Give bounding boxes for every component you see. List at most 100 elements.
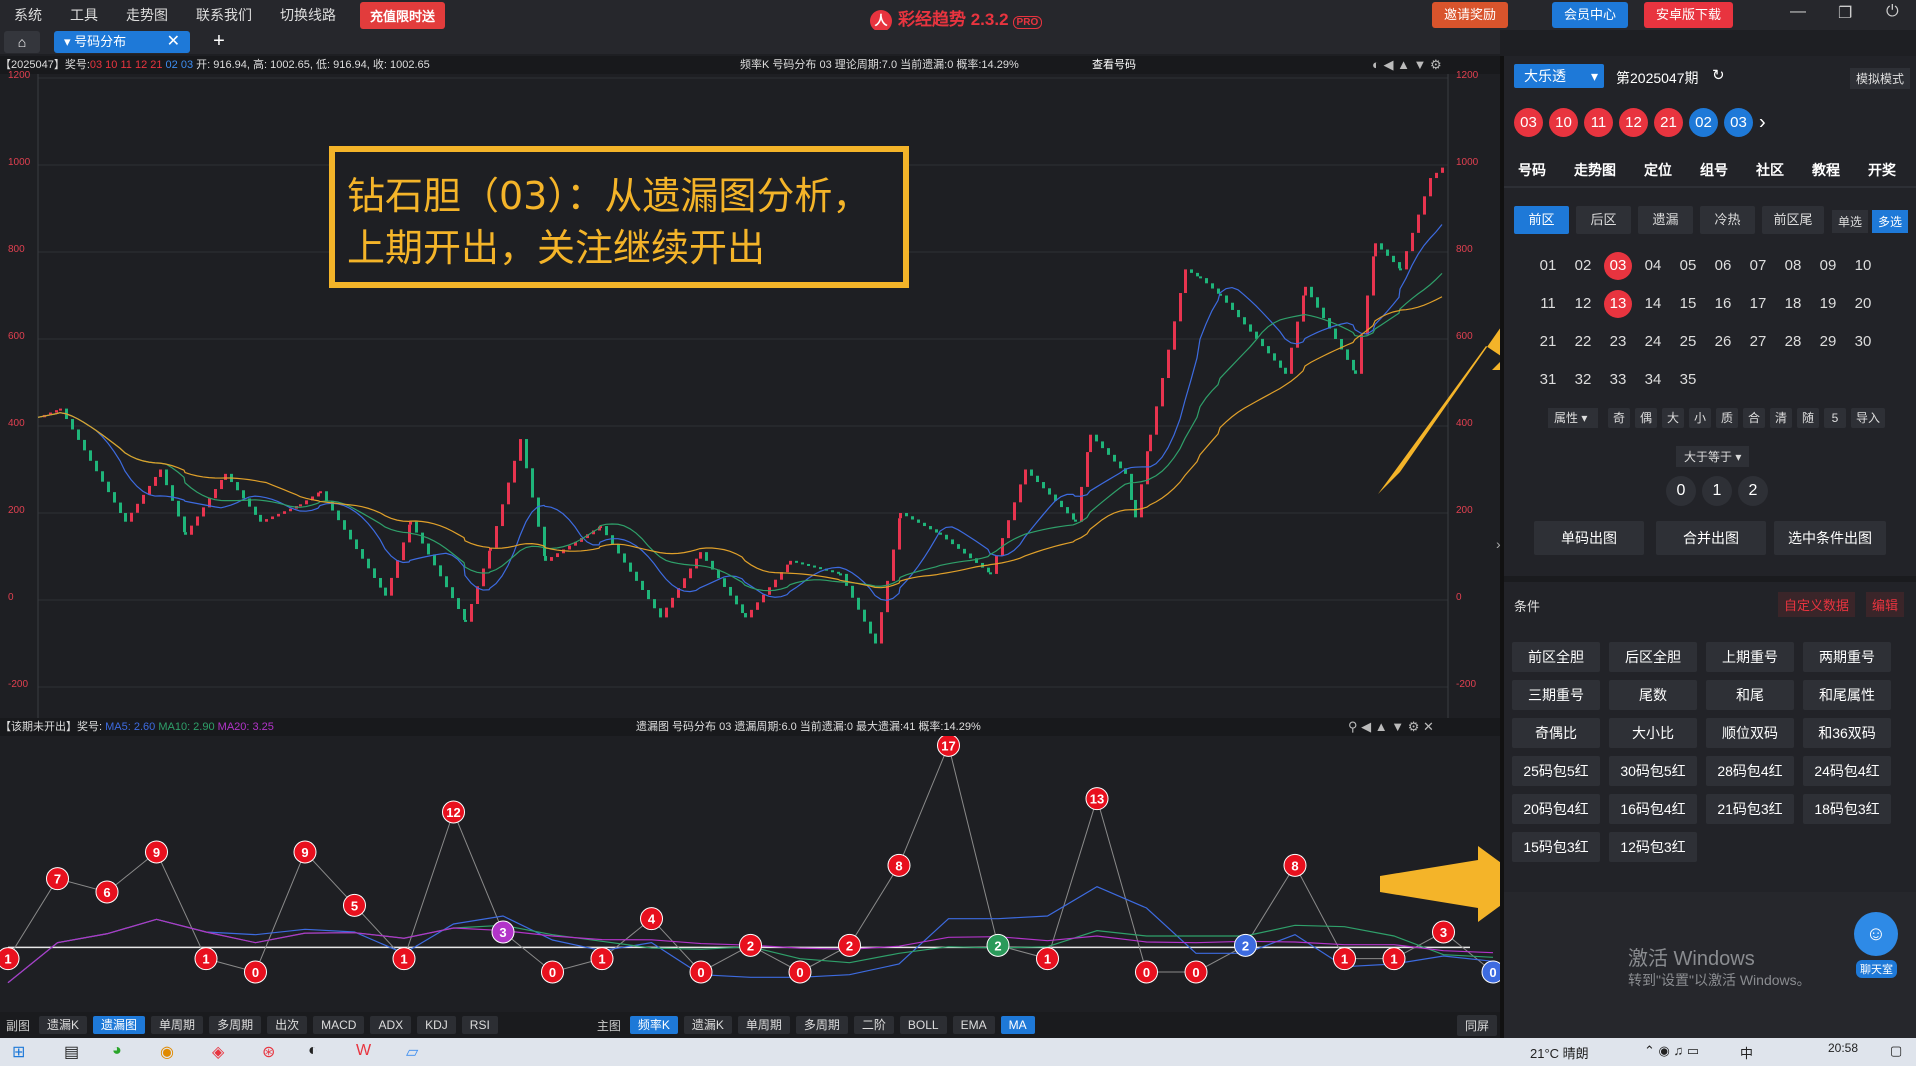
condition-4[interactable]: 三期重号 [1512, 680, 1600, 710]
number-35[interactable]: 35 [1674, 366, 1702, 394]
number-05[interactable]: 05 [1674, 252, 1702, 280]
attribute-5[interactable]: 合 [1743, 408, 1765, 428]
condition-10[interactable]: 顺位双码 [1706, 718, 1794, 748]
subchart-7-button[interactable]: KDJ [417, 1016, 456, 1034]
condition-5[interactable]: 尾数 [1609, 680, 1697, 710]
power-icon[interactable]: ⏻ [1886, 3, 1899, 21]
close-tab-icon[interactable]: ✕ [167, 31, 180, 53]
same-screen-button[interactable]: 同屏 [1456, 1014, 1497, 1036]
multi-select-button[interactable]: 多选 [1872, 210, 1909, 233]
subtab-omission[interactable]: 遗漏 [1638, 206, 1693, 234]
attribute-7[interactable]: 随 [1797, 408, 1819, 428]
subtab-back[interactable]: 后区 [1576, 206, 1631, 234]
subchart-1-button[interactable]: 遗漏图 [93, 1016, 146, 1034]
notepad-icon[interactable]: ▱ [406, 1042, 418, 1062]
number-06[interactable]: 06 [1709, 252, 1737, 280]
condition-18[interactable]: 21码包3红 [1706, 794, 1794, 824]
subchart-0-button[interactable]: 遗漏K [39, 1016, 88, 1034]
condition-6[interactable]: 和尾 [1706, 680, 1794, 710]
subchart-5-button[interactable]: MACD [313, 1016, 365, 1034]
chat-icon[interactable]: ☺ [1854, 912, 1898, 956]
condition-7[interactable]: 和尾属性 [1803, 680, 1891, 710]
number-20[interactable]: 20 [1849, 290, 1877, 318]
number-03[interactable]: 03 [1604, 252, 1632, 280]
subchart-6-button[interactable]: ADX [370, 1016, 412, 1034]
nav-community[interactable]: 社区 [1756, 160, 1784, 180]
subchart-2-button[interactable]: 单周期 [151, 1016, 204, 1034]
nav-trend[interactable]: 走势图 [1574, 160, 1616, 180]
number-31[interactable]: 31 [1534, 366, 1562, 394]
count-0[interactable]: 0 [1666, 476, 1696, 506]
condition-11[interactable]: 和36双码 [1803, 718, 1891, 748]
number-34[interactable]: 34 [1639, 366, 1667, 394]
count-1[interactable]: 1 [1702, 476, 1732, 506]
number-32[interactable]: 32 [1569, 366, 1597, 394]
menu-contact[interactable]: 联系我们 [182, 0, 266, 30]
subtab-hotcold[interactable]: 冷热 [1700, 206, 1755, 234]
number-29[interactable]: 29 [1814, 328, 1842, 356]
number-02[interactable]: 02 [1569, 252, 1597, 280]
condition-8[interactable]: 奇偶比 [1512, 718, 1600, 748]
condition-21[interactable]: 12码包3红 [1609, 832, 1697, 862]
subtab-front-tail[interactable]: 前区尾 [1762, 206, 1824, 234]
condition-19[interactable]: 18码包3红 [1803, 794, 1891, 824]
ge-select[interactable]: 大于等于 ▾ [1676, 446, 1750, 467]
mainchart-3-button[interactable]: 多周期 [795, 1016, 848, 1034]
browser-icon[interactable]: ◉ [160, 1042, 174, 1062]
attribute-0[interactable]: 奇 [1608, 408, 1630, 428]
number-30[interactable]: 30 [1849, 328, 1877, 356]
number-27[interactable]: 27 [1744, 328, 1772, 356]
count-2[interactable]: 2 [1738, 476, 1768, 506]
number-01[interactable]: 01 [1534, 252, 1562, 280]
chart-controls-icons[interactable]: ◐ ◀ ▲ ▼ ⚙ [1372, 56, 1442, 74]
condition-14[interactable]: 28码包4红 [1706, 756, 1794, 786]
lottery-select[interactable]: 大乐透 ▾ [1514, 64, 1604, 88]
number-13[interactable]: 13 [1604, 290, 1632, 318]
mainchart-2-button[interactable]: 单周期 [737, 1016, 790, 1034]
subchart-8-button[interactable]: RSI [461, 1016, 498, 1034]
wechat-icon[interactable]: ◕ [112, 1042, 122, 1060]
refresh-icon[interactable]: ↻ [1712, 66, 1725, 84]
restore-icon[interactable]: ❐ [1838, 3, 1852, 23]
caijing-taskbar-icon[interactable]: ⊛ [262, 1042, 275, 1062]
edit-button[interactable]: 编辑 [1866, 592, 1905, 617]
menu-tools[interactable]: 工具 [56, 0, 112, 30]
subtab-front[interactable]: 前区 [1514, 206, 1569, 234]
condition-2[interactable]: 上期重号 [1706, 642, 1794, 672]
mainchart-5-button[interactable]: BOLL [899, 1016, 947, 1034]
mainchart-0-button[interactable]: 频率K [629, 1016, 678, 1034]
number-15[interactable]: 15 [1674, 290, 1702, 318]
number-17[interactable]: 17 [1744, 290, 1772, 318]
attribute-9[interactable]: 导入 [1851, 408, 1885, 428]
app-taskbar-icon[interactable]: ◈ [212, 1042, 224, 1062]
explorer-icon[interactable]: ▤ [64, 1042, 79, 1062]
mainchart-1-button[interactable]: 遗漏K [683, 1016, 732, 1034]
condition-13[interactable]: 30码包5红 [1609, 756, 1697, 786]
chat-room-label[interactable]: 聊天室 [1856, 960, 1897, 978]
custom-data-button[interactable]: 自定义数据 [1778, 592, 1856, 617]
number-07[interactable]: 07 [1744, 252, 1772, 280]
number-14[interactable]: 14 [1639, 290, 1667, 318]
condition-15[interactable]: 24码包4红 [1803, 756, 1891, 786]
number-26[interactable]: 26 [1709, 328, 1737, 356]
merge-chart-button[interactable]: 合并出图 [1656, 521, 1766, 555]
tray-icons[interactable]: ⌃ ◉ ♫ ▭ [1644, 1043, 1699, 1059]
number-04[interactable]: 04 [1639, 252, 1667, 280]
attribute-2[interactable]: 大 [1662, 408, 1684, 428]
condition-16[interactable]: 20码包4红 [1512, 794, 1600, 824]
number-12[interactable]: 12 [1569, 290, 1597, 318]
condition-12[interactable]: 25码包5红 [1512, 756, 1600, 786]
number-23[interactable]: 23 [1604, 328, 1632, 356]
single-chart-button[interactable]: 单码出图 [1534, 521, 1644, 555]
wps-icon[interactable]: W [356, 1042, 371, 1060]
number-11[interactable]: 11 [1534, 290, 1562, 318]
nav-group[interactable]: 组号 [1700, 160, 1728, 180]
number-33[interactable]: 33 [1604, 366, 1632, 394]
ime-indicator[interactable]: 中 [1740, 1043, 1753, 1062]
attribute-select[interactable]: 属性 ▾ [1548, 408, 1598, 428]
number-25[interactable]: 25 [1674, 328, 1702, 356]
condition-0[interactable]: 前区全胆 [1512, 642, 1600, 672]
nav-number[interactable]: 号码 [1518, 160, 1546, 180]
nav-draw[interactable]: 开奖 [1868, 160, 1896, 180]
nav-tutorial[interactable]: 教程 [1812, 160, 1840, 180]
